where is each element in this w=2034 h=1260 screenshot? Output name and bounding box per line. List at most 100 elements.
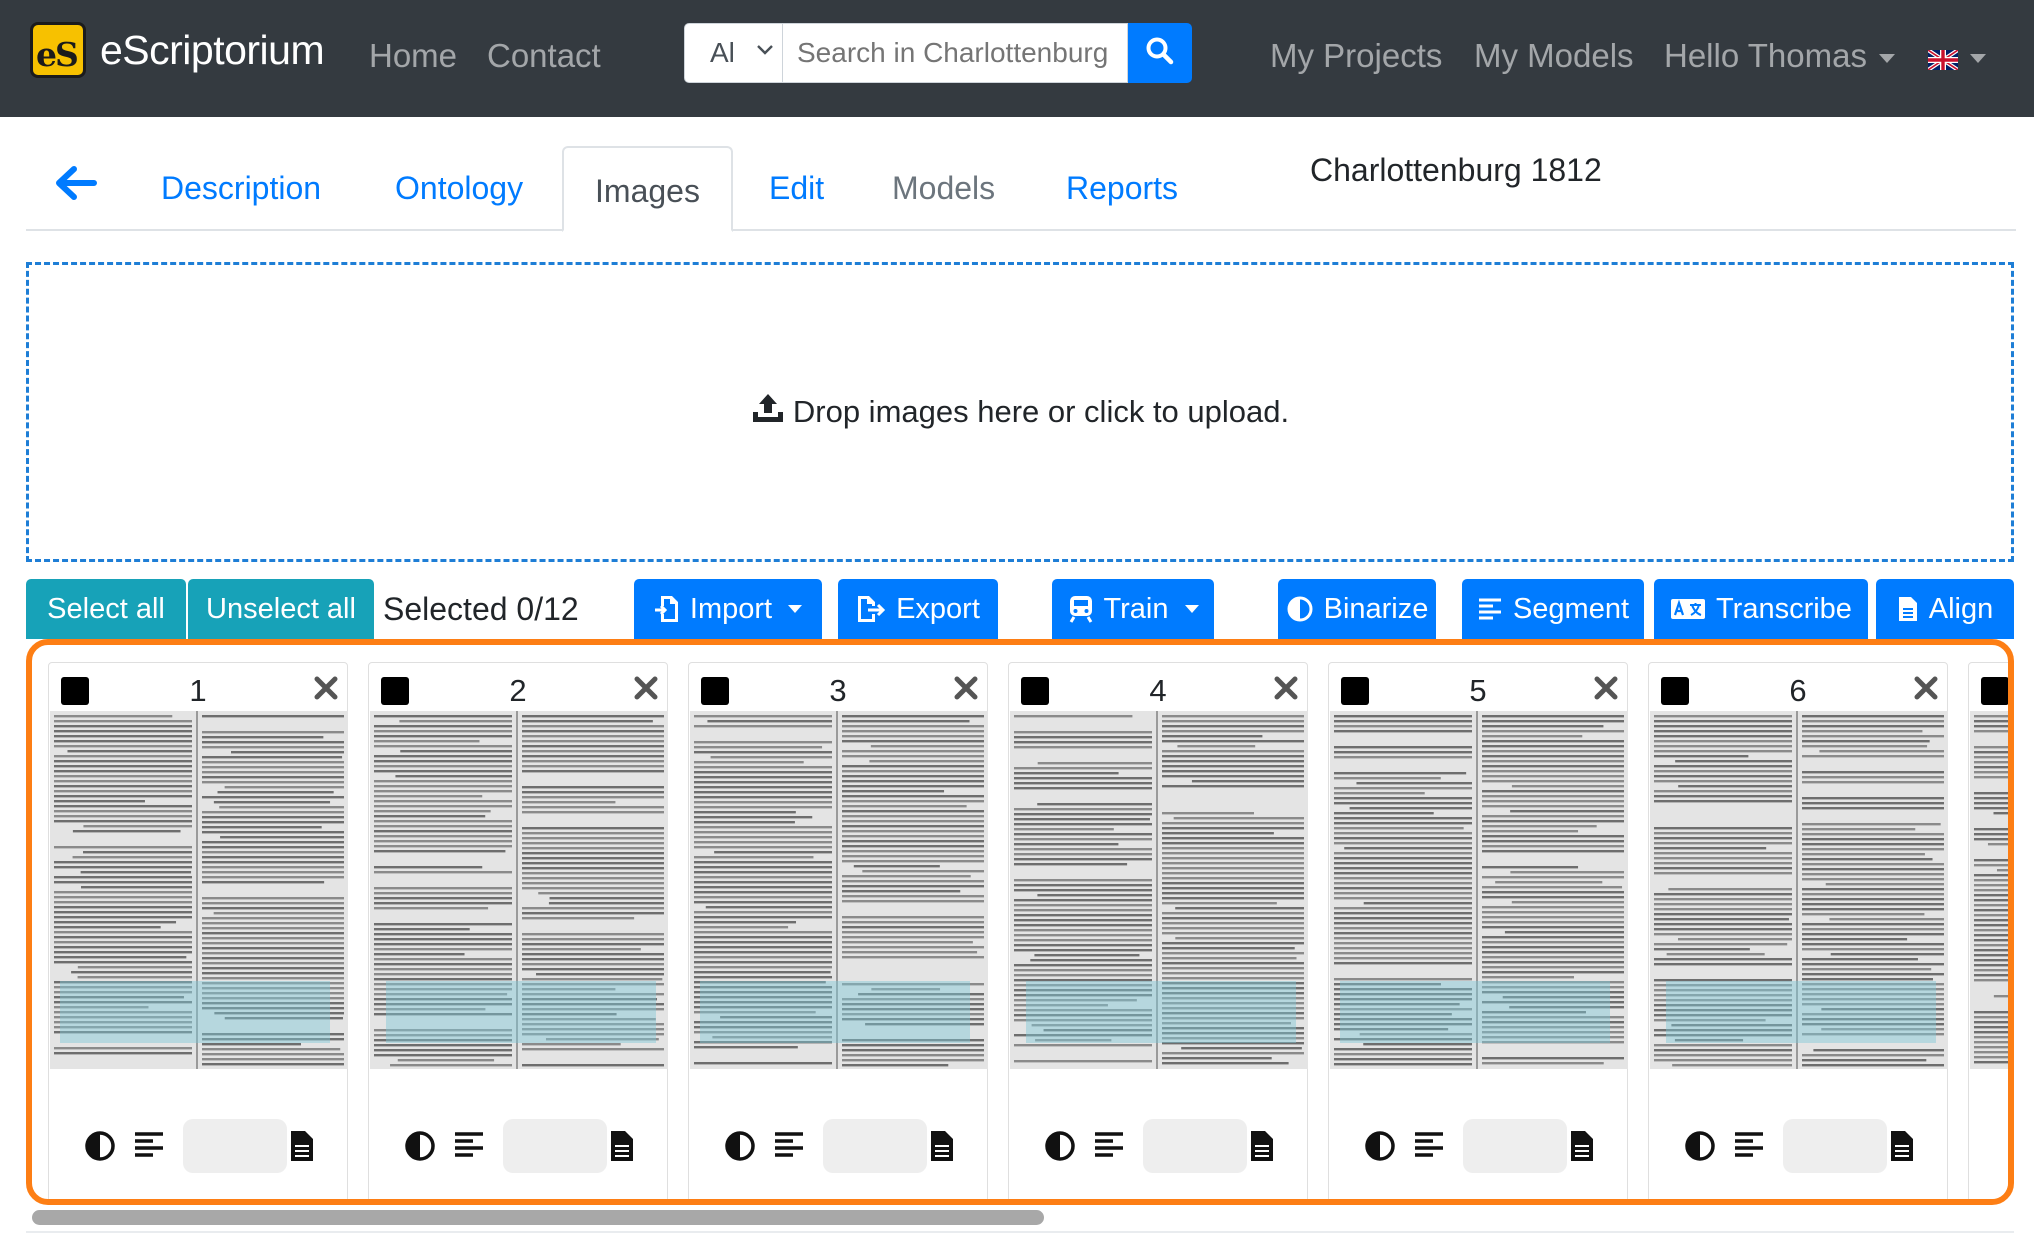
tab-images[interactable]: Images	[562, 146, 733, 232]
close-icon[interactable]	[1273, 675, 1299, 706]
tab-reports[interactable]: Reports	[1066, 170, 1178, 207]
segment-icon[interactable]	[133, 1129, 165, 1166]
card-checkbox[interactable]	[1981, 677, 2008, 705]
transcription-status	[823, 1119, 927, 1173]
card-actions	[1009, 1119, 1307, 1179]
card-number: 3	[829, 673, 847, 708]
document-title: Charlottenburg 1812	[1310, 152, 1602, 188]
back-arrow-icon[interactable]	[54, 164, 98, 207]
card-number: 1	[189, 673, 207, 708]
binarize-icon[interactable]	[83, 1129, 117, 1168]
align-button[interactable]: Align	[1876, 579, 2014, 639]
file-icon[interactable]	[929, 1129, 955, 1168]
card-number: 5	[1469, 673, 1487, 708]
language-icon	[1670, 597, 1706, 621]
image-card[interactable]: 6	[1648, 662, 1948, 1199]
file-import-icon	[654, 594, 680, 624]
select-all-button[interactable]: Select all	[26, 579, 186, 639]
upload-icon	[751, 392, 793, 432]
tab-ontology[interactable]: Ontology	[395, 170, 523, 207]
image-card[interactable]: 1	[48, 662, 348, 1199]
transcription-status	[503, 1119, 607, 1173]
train-button[interactable]: Train	[1052, 579, 1214, 639]
binarize-icon[interactable]	[723, 1129, 757, 1168]
file-export-icon	[856, 594, 886, 624]
binarize-icon[interactable]	[1043, 1129, 1077, 1168]
segment-icon[interactable]	[773, 1129, 805, 1166]
divider	[26, 1231, 2014, 1233]
close-icon[interactable]	[1593, 675, 1619, 706]
transcription-status	[183, 1119, 287, 1173]
transcription-status	[1783, 1119, 1887, 1173]
page-thumbnail[interactable]	[370, 711, 668, 1069]
binarize-button[interactable]: Binarize	[1278, 579, 1436, 639]
image-card[interactable]: 3	[688, 662, 988, 1199]
tab-edit[interactable]: Edit	[769, 170, 824, 207]
user-menu[interactable]: Hello Thomas	[1664, 37, 1895, 75]
transcribe-button[interactable]: Transcribe	[1654, 579, 1868, 639]
file-icon[interactable]	[1249, 1129, 1275, 1168]
segment-icon[interactable]	[453, 1129, 485, 1166]
nav-home[interactable]: Home	[369, 37, 457, 75]
search-icon	[1145, 36, 1175, 71]
uk-flag-icon[interactable]	[1928, 50, 1958, 70]
search-input[interactable]	[783, 23, 1128, 83]
file-icon[interactable]	[289, 1129, 315, 1168]
segment-icon[interactable]	[1413, 1129, 1445, 1166]
search-button[interactable]	[1128, 23, 1192, 83]
page-thumbnail[interactable]	[1330, 711, 1628, 1069]
import-button[interactable]: Import	[634, 579, 822, 639]
binarize-icon[interactable]	[1363, 1129, 1397, 1168]
train-icon	[1068, 594, 1094, 624]
image-card[interactable]: 2	[368, 662, 668, 1199]
card-actions	[369, 1119, 667, 1179]
caret-down-icon	[1878, 53, 1895, 63]
card-actions	[1329, 1119, 1627, 1179]
chevron-down-icon	[756, 40, 774, 61]
page-thumbnail[interactable]	[50, 711, 348, 1069]
dropzone-text: Drop images here or click to upload.	[792, 394, 1290, 429]
page-thumbnail[interactable]	[1650, 711, 1948, 1069]
file-icon[interactable]	[609, 1129, 635, 1168]
page-thumbnail[interactable]	[1970, 711, 2008, 1069]
unselect-all-button[interactable]: Unselect all	[188, 579, 374, 639]
close-icon[interactable]	[633, 675, 659, 706]
close-icon[interactable]	[953, 675, 979, 706]
escriptorium-logo-icon: eS	[30, 22, 86, 78]
brand-name: eScriptorium	[100, 26, 325, 73]
brand[interactable]: eS eScriptorium	[30, 22, 325, 78]
card-number: 6	[1789, 673, 1807, 708]
nav-contact[interactable]: Contact	[487, 37, 601, 75]
search-scope-select[interactable]: Al	[684, 23, 783, 83]
contrast-icon	[1286, 595, 1314, 623]
upload-dropzone[interactable]: Drop images here or click to upload.	[26, 262, 2014, 562]
nav-my-models[interactable]: My Models	[1474, 37, 1634, 75]
selected-count: Selected 0/12	[383, 591, 579, 627]
transcription-status	[1463, 1119, 1567, 1173]
binarize-icon[interactable]	[1683, 1129, 1717, 1168]
card-actions	[1649, 1119, 1947, 1179]
tab-models[interactable]: Models	[892, 170, 995, 207]
segment-icon[interactable]	[1733, 1129, 1765, 1166]
page-thumbnail[interactable]	[690, 711, 988, 1069]
image-cards-strip: 1 2 3 4 5 6	[26, 639, 2014, 1205]
image-card[interactable]: 4	[1008, 662, 1308, 1199]
close-icon[interactable]	[1913, 675, 1939, 706]
language-caret-icon[interactable]	[1970, 50, 1986, 68]
close-icon[interactable]	[313, 675, 339, 706]
nav-my-projects[interactable]: My Projects	[1270, 37, 1442, 75]
binarize-icon[interactable]	[403, 1129, 437, 1168]
card-number: 2	[509, 673, 527, 708]
image-card[interactable]: 5	[1328, 662, 1628, 1199]
export-button[interactable]: Export	[838, 579, 998, 639]
transcription-status	[1143, 1119, 1247, 1173]
tab-description[interactable]: Description	[161, 170, 321, 207]
horizontal-scrollbar[interactable]	[32, 1210, 1044, 1225]
segment-icon[interactable]	[1093, 1129, 1125, 1166]
card-actions	[49, 1119, 347, 1179]
file-icon[interactable]	[1889, 1129, 1915, 1168]
image-card[interactable]	[1968, 662, 2008, 1199]
page-thumbnail[interactable]	[1010, 711, 1308, 1069]
file-icon[interactable]	[1569, 1129, 1595, 1168]
segment-button[interactable]: Segment	[1462, 579, 1644, 639]
